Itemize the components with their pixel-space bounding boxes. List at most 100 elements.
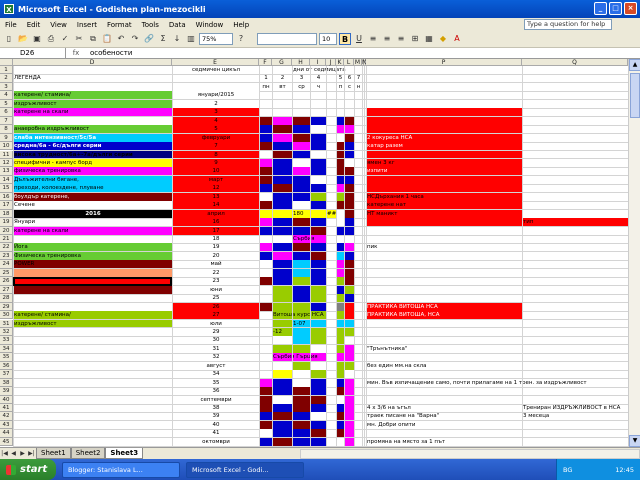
hyperlink-icon[interactable]: 🔗 [143, 33, 155, 45]
cell-p[interactable]: НТ маникт [366, 210, 397, 218]
cell-e[interactable]: август [172, 362, 259, 370]
row-header[interactable]: 7 [0, 116, 13, 126]
row-header[interactable]: 3 [0, 82, 13, 92]
cell-d[interactable]: катерене/ стамина/ [13, 91, 71, 99]
new-icon[interactable]: ▯ [3, 33, 15, 45]
cell-p[interactable]: ямен 3 кг [366, 159, 395, 167]
cell-d[interactable]: средна/6а - 6с/дълги серии [13, 142, 102, 150]
close-button[interactable]: × [624, 2, 637, 15]
select-all-corner[interactable] [0, 59, 13, 66]
font-color-icon[interactable]: A [451, 33, 463, 45]
align-left-icon[interactable]: ≡ [367, 33, 379, 45]
cell-h[interactable]: ср [292, 83, 310, 91]
row-header[interactable]: 9 [0, 133, 13, 143]
sort-asc-icon[interactable]: ↓ [171, 33, 183, 45]
cell-d[interactable]: слаба интензивност/5с/5а [13, 134, 96, 142]
column-header[interactable]: L [344, 59, 354, 66]
task-excel[interactable]: Microsoft Excel - Godi... [186, 461, 304, 478]
cell-e[interactable]: 34 [172, 370, 259, 378]
column-header[interactable]: E [172, 59, 259, 66]
cell-h[interactable]: 3 [292, 74, 310, 82]
column-header[interactable]: D [13, 59, 172, 66]
undo-icon[interactable]: ↶ [115, 33, 127, 45]
cell-e[interactable]: 30 [172, 336, 259, 344]
cell-g[interactable]: Витоша курс НСА [272, 311, 324, 319]
row-header[interactable]: 28 [0, 294, 13, 303]
column-header[interactable]: Q [522, 59, 628, 66]
cell-e[interactable]: 14 [172, 201, 259, 209]
cell-p[interactable]: ПРАКТИКА ВИТОША НСА [366, 303, 438, 311]
align-right-icon[interactable]: ≡ [395, 33, 407, 45]
row-header[interactable]: 33 [0, 336, 13, 345]
row-header[interactable]: 21 [0, 235, 13, 244]
cell-p[interactable]: изпити [366, 167, 387, 175]
menu-format[interactable]: Format [102, 21, 137, 29]
cell-i[interactable]: 4 [310, 74, 326, 82]
first-sheet-icon[interactable]: |◀ [0, 450, 9, 457]
cell-d[interactable]: специфични - кампус борд [13, 159, 92, 167]
cell-p[interactable]: пик [366, 243, 378, 251]
cell-e[interactable]: 2 [172, 100, 259, 108]
row-header[interactable]: 25 [0, 268, 13, 278]
start-button[interactable]: start [0, 459, 56, 480]
cell-k[interactable]: п [336, 83, 344, 91]
cell-p[interactable]: 4 х 3/6 на ъгъл [366, 404, 411, 412]
scroll-down-icon[interactable]: ▼ [629, 435, 640, 447]
cell-e[interactable]: 25 [172, 294, 259, 302]
row-header[interactable]: 38 [0, 378, 13, 388]
cell-d[interactable]: Йога [13, 243, 28, 251]
cell-e[interactable]: 20 [172, 252, 259, 260]
cell-h[interactable]: Сърбия [292, 235, 315, 243]
maximize-button[interactable]: □ [609, 2, 622, 15]
cell-f[interactable]: 1 [259, 74, 272, 82]
row-header[interactable]: 12 [0, 158, 13, 168]
column-header[interactable]: I [310, 59, 326, 66]
cell-p[interactable]: ПРАКТИКА ВИТОША, НСА [366, 311, 439, 319]
cell-h[interactable]: дни от седмицата [292, 66, 346, 74]
cell-e[interactable]: март [172, 176, 259, 184]
menu-data[interactable]: Data [164, 21, 191, 29]
row-header[interactable]: 35 [0, 353, 13, 362]
cell-d[interactable]: POWER [13, 260, 34, 268]
cell-f[interactable]: пн [259, 83, 272, 91]
row-header[interactable]: 41 [0, 404, 13, 413]
cell-p[interactable]: катерене нат [366, 201, 406, 209]
cell-q[interactable]: тип [522, 218, 533, 226]
row-header[interactable]: 4 [0, 91, 13, 100]
cell-d[interactable]: издръжливост [13, 320, 57, 328]
cell-m[interactable]: н [354, 83, 362, 91]
row-header[interactable]: 24 [0, 260, 13, 269]
cell-e[interactable]: 39 [172, 412, 259, 420]
row-header[interactable]: 23 [0, 251, 13, 261]
cell-e[interactable]: 32 [172, 353, 259, 361]
help-search-input[interactable]: Type a question for help [524, 19, 612, 30]
cell-g[interactable]: 2 [272, 74, 292, 82]
cell-e[interactable]: 38 [172, 404, 259, 412]
cell-e[interactable]: 8 [172, 151, 259, 159]
cell-e[interactable]: 41 [172, 429, 259, 437]
font-select[interactable] [257, 33, 317, 45]
cell-e[interactable]: октомври [172, 438, 259, 446]
row-header[interactable]: 39 [0, 387, 13, 396]
row-header[interactable]: 15 [0, 184, 13, 193]
cell-h[interactable]: 180 [292, 210, 304, 218]
formula-input[interactable]: особености [86, 48, 132, 58]
cell-e[interactable]: 10 [172, 167, 259, 175]
autosum-icon[interactable]: Σ [157, 33, 169, 45]
next-sheet-icon[interactable]: ▶ [18, 450, 27, 457]
cell-d[interactable]: издръжливост [13, 100, 57, 108]
cell-e[interactable]: седмичен цикъл [172, 66, 259, 74]
borders-icon[interactable]: ▦ [423, 33, 435, 45]
cell-e[interactable]: април [172, 210, 259, 218]
row-header[interactable]: 31 [0, 319, 13, 328]
cell-d[interactable]: Сечене [13, 201, 35, 209]
cell-e[interactable]: 9 [172, 159, 259, 167]
cell-e[interactable]: май [172, 260, 259, 268]
cell-d[interactable]: анаеробна издръжливост [13, 125, 89, 133]
row-header[interactable]: 11 [0, 150, 13, 159]
cut-icon[interactable]: ✂ [73, 33, 85, 45]
cell-e[interactable]: 22 [172, 269, 259, 277]
row-header[interactable]: 30 [0, 311, 13, 320]
menu-view[interactable]: View [45, 21, 72, 29]
bold-button[interactable]: B [339, 33, 351, 45]
